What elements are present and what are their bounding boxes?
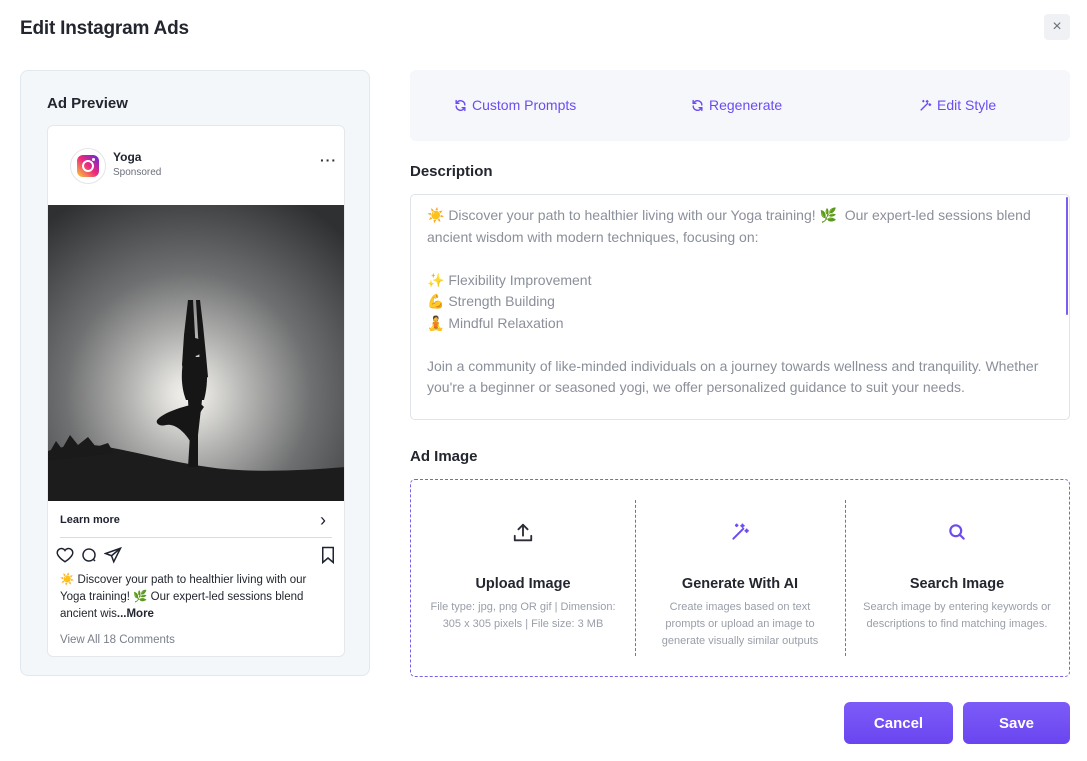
search-image-subtitle: Search image by entering keywords or des…: [863, 601, 1051, 630]
search-image-title: Search Image: [909, 576, 1005, 592]
edit-style-label: Edit Style: [937, 97, 997, 113]
heart-icon[interactable]: [56, 546, 74, 564]
share-icon[interactable]: [104, 546, 122, 564]
custom-prompts-label: Custom Prompts: [472, 97, 577, 113]
upload-image-title: Upload Image: [475, 576, 571, 592]
instagram-post-card: Yoga Sponsored ··· Learn more › ☀️ Disco…: [47, 125, 345, 657]
generate-with-ai-subtitle: Create images based on text prompts or u…: [661, 601, 819, 647]
refresh-icon: [455, 99, 466, 111]
regenerate-button[interactable]: Regenerate: [691, 97, 782, 113]
generate-with-ai-title: Generate With AI: [681, 576, 799, 592]
chevron-right-icon[interactable]: ›: [320, 510, 326, 531]
ad-image-label: Ad Image: [410, 448, 478, 465]
sponsored-label: Sponsored: [113, 167, 162, 178]
account-name: Yoga: [113, 150, 142, 164]
scrollbar[interactable]: [1066, 197, 1068, 315]
post-caption: ☀️ Discover your path to healthier livin…: [60, 572, 330, 623]
caption-text: ☀️ Discover your path to healthier livin…: [60, 574, 307, 620]
search-image-option[interactable]: Search Image Search image by entering ke…: [845, 480, 1069, 676]
bookmark-icon[interactable]: [320, 546, 336, 564]
caption-more-link[interactable]: ...More: [117, 608, 154, 620]
upload-image-subtitle: File type: jpg, png OR gif | Dimension: …: [430, 601, 616, 630]
custom-prompts-button[interactable]: Custom Prompts: [454, 97, 576, 113]
ad-preview-panel: Ad Preview Yoga Sponsored ··· Learn more…: [20, 70, 370, 676]
more-options-icon[interactable]: ···: [320, 152, 337, 168]
generate-with-ai-option[interactable]: Generate With AI Create images based on …: [635, 480, 845, 676]
regenerate-label: Regenerate: [709, 97, 783, 113]
search-icon: [949, 524, 965, 540]
close-icon: ×: [1052, 18, 1062, 35]
ad-image-preview: [48, 205, 344, 501]
comment-icon[interactable]: [80, 546, 98, 564]
description-textarea[interactable]: ☀️ Discover your path to healthier livin…: [410, 194, 1070, 420]
magic-wand-icon: [920, 99, 932, 111]
save-button[interactable]: Save: [963, 702, 1070, 744]
edit-toolbar: Custom Prompts Regenerate Edit Style: [410, 70, 1070, 141]
dialog-title: Edit Instagram Ads: [20, 18, 189, 39]
ad-preview-title: Ad Preview: [47, 95, 128, 112]
description-label: Description: [410, 163, 493, 180]
divider: [60, 537, 332, 538]
refresh-icon: [692, 99, 703, 111]
avatar: [70, 148, 106, 184]
upload-icon: [513, 523, 533, 542]
post-actions: [56, 544, 338, 566]
instagram-logo-icon: [77, 155, 99, 177]
ad-image-options: Upload Image File type: jpg, png OR gif …: [410, 479, 1070, 677]
cancel-button[interactable]: Cancel: [844, 702, 953, 744]
upload-image-option[interactable]: Upload Image File type: jpg, png OR gif …: [411, 480, 635, 676]
learn-more-link[interactable]: Learn more: [60, 514, 120, 526]
view-comments-link[interactable]: View All 18 Comments: [60, 634, 175, 646]
edit-style-button[interactable]: Edit Style: [919, 97, 996, 113]
close-button[interactable]: ×: [1044, 14, 1070, 40]
magic-wand-icon: [732, 523, 749, 540]
description-text: ☀️ Discover your path to healthier livin…: [427, 207, 1039, 395]
